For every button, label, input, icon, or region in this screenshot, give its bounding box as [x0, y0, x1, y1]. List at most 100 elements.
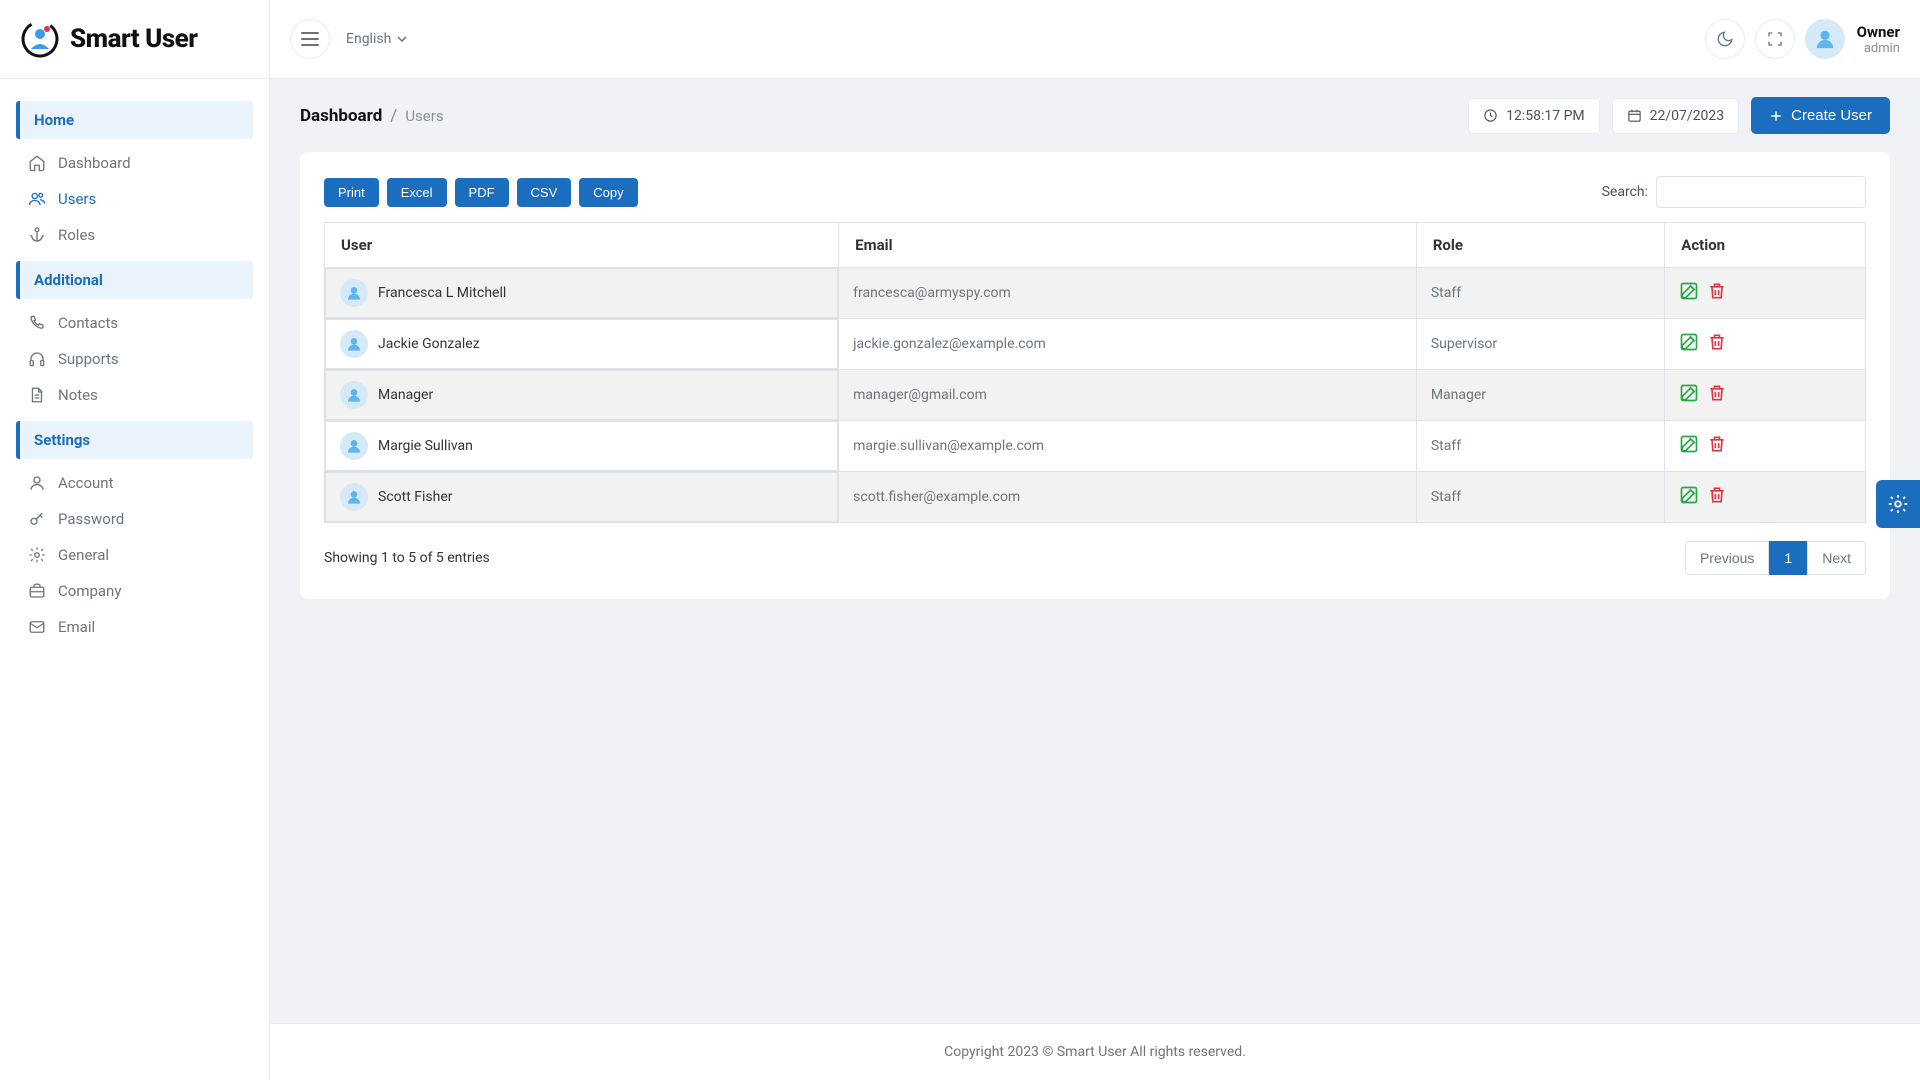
print-button[interactable]: Print	[324, 178, 379, 207]
edit-button[interactable]	[1679, 434, 1699, 458]
avatar	[340, 279, 368, 307]
user-name-cell: Margie Sullivan	[378, 438, 473, 454]
nav-item-label: Notes	[58, 386, 98, 404]
time-value: 12:58:17 PM	[1506, 108, 1585, 124]
column-header[interactable]: Role	[1416, 223, 1664, 268]
column-header[interactable]: Action	[1665, 223, 1866, 268]
pagination-next[interactable]: Next	[1807, 541, 1866, 575]
breadcrumb-root[interactable]: Dashboard	[300, 106, 382, 126]
sidebar-item-company[interactable]: Company	[16, 573, 253, 609]
table-row: Francesca L Mitchellfrancesca@armyspy.co…	[325, 268, 1866, 319]
logo[interactable]: Smart User	[0, 0, 269, 79]
theme-toggle-button[interactable]	[1705, 19, 1745, 59]
user-icon	[1814, 28, 1836, 50]
sidebar-item-email[interactable]: Email	[16, 609, 253, 645]
nav-item-label: Company	[58, 582, 121, 600]
action-cell	[1665, 319, 1866, 370]
edit-button[interactable]	[1679, 281, 1699, 305]
nav-section-header: Home	[16, 101, 253, 139]
file-icon	[28, 386, 46, 404]
user-menu[interactable]: Owner admin	[1805, 19, 1900, 59]
delete-button[interactable]	[1707, 485, 1727, 509]
edit-icon	[1679, 332, 1699, 352]
sidebar-item-supports[interactable]: Supports	[16, 341, 253, 377]
key-icon	[28, 510, 46, 528]
sidebar-item-users[interactable]: Users	[16, 181, 253, 217]
table-row: Managermanager@gmail.comManager	[325, 370, 1866, 421]
column-header[interactable]: Email	[839, 223, 1417, 268]
role-cell: Staff	[1416, 268, 1664, 319]
sidebar-item-dashboard[interactable]: Dashboard	[16, 145, 253, 181]
nav-section-header: Additional	[16, 261, 253, 299]
sidebar-item-contacts[interactable]: Contacts	[16, 305, 253, 341]
user-name-cell: Jackie Gonzalez	[378, 336, 480, 352]
chevron-down-icon	[397, 36, 407, 42]
moon-icon	[1716, 30, 1734, 48]
menu-toggle-button[interactable]	[290, 19, 330, 59]
settings-float-button[interactable]	[1876, 480, 1920, 528]
delete-button[interactable]	[1707, 332, 1727, 356]
sidebar-item-notes[interactable]: Notes	[16, 377, 253, 413]
nav-item-label: Password	[58, 510, 124, 528]
column-header[interactable]: User	[325, 223, 839, 268]
action-cell	[1665, 268, 1866, 319]
sidebar: Smart User Home Dashboard Users Roles Additi…	[0, 0, 270, 1080]
footer-text: Copyright 2023 © Smart User All rights r…	[270, 1023, 1920, 1080]
plus-icon	[1769, 109, 1783, 123]
role-cell: Staff	[1416, 472, 1664, 523]
role-cell: Manager	[1416, 370, 1664, 421]
edit-button[interactable]	[1679, 332, 1699, 356]
pagination-page-1[interactable]: 1	[1769, 541, 1807, 575]
user-cell: Manager	[325, 370, 838, 420]
user-cell: Margie Sullivan	[325, 421, 838, 471]
user-name: Owner	[1857, 23, 1900, 41]
date-display: 22/07/2023	[1612, 98, 1740, 134]
sidebar-nav: Home Dashboard Users Roles Additional Contact…	[0, 79, 269, 1080]
users-table: UserEmailRoleAction Francesca L Mitchell…	[324, 222, 1866, 523]
table-toolbar: PrintExcelPDFCSVCopy Search:	[324, 176, 1866, 208]
brand-name: Smart User	[70, 24, 197, 54]
edit-button[interactable]	[1679, 383, 1699, 407]
delete-button[interactable]	[1707, 434, 1727, 458]
mail-icon	[28, 618, 46, 636]
nav-item-label: Roles	[58, 226, 95, 244]
page-header: Dashboard / Users 12:58:17 PM 22/07/2023…	[270, 79, 1920, 152]
user-name-cell: Francesca L Mitchell	[378, 285, 506, 301]
edit-icon	[1679, 383, 1699, 403]
csv-button[interactable]: CSV	[517, 178, 572, 207]
avatar	[340, 381, 368, 409]
fullscreen-button[interactable]	[1755, 19, 1795, 59]
excel-button[interactable]: Excel	[387, 178, 447, 207]
sidebar-item-account[interactable]: Account	[16, 465, 253, 501]
nav-section-header: Settings	[16, 421, 253, 459]
headphones-icon	[28, 350, 46, 368]
breadcrumb-leaf: Users	[405, 107, 443, 125]
trash-icon	[1707, 383, 1727, 403]
pdf-button[interactable]: PDF	[455, 178, 509, 207]
delete-button[interactable]	[1707, 281, 1727, 305]
briefcase-icon	[28, 582, 46, 600]
nav-item-label: Dashboard	[58, 154, 131, 172]
user-cell: Jackie Gonzalez	[325, 319, 838, 369]
table-row: Margie Sullivanmargie.sullivan@example.c…	[325, 421, 1866, 472]
delete-button[interactable]	[1707, 383, 1727, 407]
sidebar-item-roles[interactable]: Roles	[16, 217, 253, 253]
email-cell: scott.fisher@example.com	[839, 472, 1417, 523]
create-user-label: Create User	[1791, 107, 1872, 124]
copy-button[interactable]: Copy	[579, 178, 637, 207]
user-icon	[28, 474, 46, 492]
pagination-previous[interactable]: Previous	[1685, 541, 1769, 575]
search-input[interactable]	[1656, 176, 1866, 208]
nav-item-label: Users	[58, 190, 96, 208]
edit-button[interactable]	[1679, 485, 1699, 509]
topbar: English Owner admin	[270, 0, 1920, 79]
create-user-button[interactable]: Create User	[1751, 97, 1890, 134]
gear-icon	[1887, 493, 1909, 515]
breadcrumb: Dashboard / Users	[300, 106, 444, 126]
sidebar-item-password[interactable]: Password	[16, 501, 253, 537]
language-selector[interactable]: English	[346, 31, 407, 47]
sidebar-item-general[interactable]: General	[16, 537, 253, 573]
nav-item-label: Account	[58, 474, 114, 492]
user-cell: Scott Fisher	[325, 472, 838, 522]
home-icon	[28, 154, 46, 172]
